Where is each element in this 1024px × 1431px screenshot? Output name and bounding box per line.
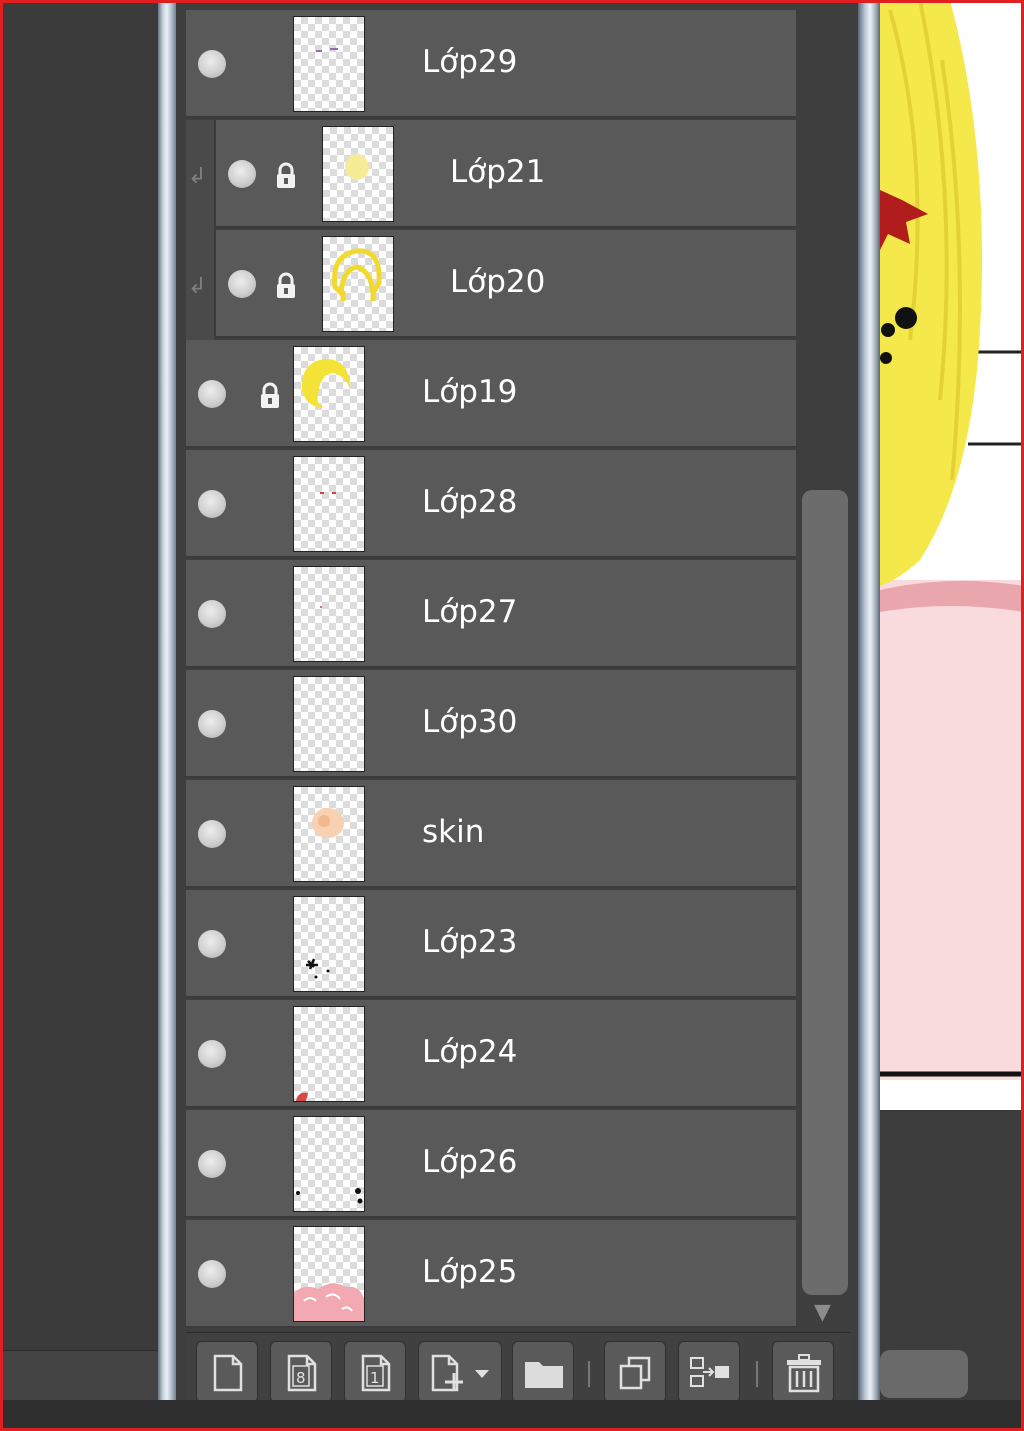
lock-icon[interactable] bbox=[274, 162, 298, 190]
layer-row[interactable]: Lớp30 bbox=[186, 670, 796, 778]
new-8bit-layer-button[interactable]: 8 bbox=[270, 1341, 332, 1403]
layer-thumbnail bbox=[293, 566, 365, 662]
layer-name: Lớp23 bbox=[422, 924, 518, 960]
layer-row[interactable]: Lớp23 bbox=[186, 890, 796, 998]
layer-thumbnail bbox=[293, 676, 365, 772]
layer-row[interactable]: skin bbox=[186, 780, 796, 888]
layer-name: skin bbox=[422, 814, 485, 850]
layer-thumbnail bbox=[293, 456, 365, 552]
layer-name: Lớp27 bbox=[422, 594, 518, 630]
layer-name: Lớp25 bbox=[422, 1254, 518, 1290]
layer-name: Lớp19 bbox=[422, 374, 518, 410]
scroll-down-arrow-icon[interactable]: ▼ bbox=[814, 1300, 831, 1325]
visibility-toggle-icon[interactable] bbox=[198, 490, 226, 518]
lock-icon[interactable] bbox=[274, 272, 298, 300]
layer-thumbnail bbox=[293, 786, 365, 882]
layer-name: Lớp29 bbox=[422, 44, 518, 80]
layer-row[interactable]: Lớp26 bbox=[186, 1110, 796, 1218]
toolbar-separator bbox=[588, 1361, 590, 1387]
new-folder-button[interactable] bbox=[512, 1341, 574, 1403]
visibility-toggle-icon[interactable] bbox=[198, 710, 226, 738]
layer-name: Lớp26 bbox=[422, 1144, 518, 1180]
visibility-toggle-icon[interactable] bbox=[198, 930, 226, 958]
layer-name: Lớp20 bbox=[450, 264, 546, 300]
delete-layer-button[interactable] bbox=[772, 1341, 834, 1403]
layer-name: Lớp21 bbox=[450, 154, 546, 190]
clipping-arrow-icon: ↲ bbox=[188, 274, 207, 299]
canvas-artwork bbox=[880, 0, 1024, 1110]
workspace-left-bar bbox=[0, 1350, 160, 1401]
layer-name: Lớp30 bbox=[422, 704, 518, 740]
layer-thumbnail bbox=[293, 1226, 365, 1322]
workspace-left bbox=[0, 0, 160, 1431]
new-8bit-layer-icon: 8 bbox=[287, 1354, 317, 1392]
layer-row[interactable]: Lớp24 bbox=[186, 1000, 796, 1108]
clipping-gutter: ↲ bbox=[186, 230, 214, 340]
visibility-toggle-icon[interactable] bbox=[228, 270, 256, 298]
window-border-right bbox=[858, 0, 880, 1431]
toolbar-separator bbox=[756, 1361, 758, 1387]
visibility-toggle-icon[interactable] bbox=[198, 600, 226, 628]
drawing-canvas[interactable] bbox=[880, 0, 1024, 1110]
window-border-left bbox=[158, 0, 178, 1431]
lock-icon[interactable] bbox=[258, 382, 282, 410]
new-layer-button[interactable] bbox=[196, 1341, 258, 1403]
layer-scroll-thumb[interactable] bbox=[802, 490, 848, 1295]
add-layer-dropdown-icon bbox=[431, 1354, 489, 1392]
layer-name: Lớp24 bbox=[422, 1034, 518, 1070]
svg-text:8: 8 bbox=[296, 1369, 306, 1387]
layer-row[interactable]: Lớp25 bbox=[186, 1220, 796, 1328]
layer-row[interactable]: Lớp28 bbox=[186, 450, 796, 558]
layer-thumbnail bbox=[293, 346, 365, 442]
layer-list: Lớp29 ↲ Lớp21 ↲ Lớp20 Lớp19 Lớp28 Lớp27 Lớp30 ski… bbox=[186, 0, 796, 1328]
visibility-toggle-icon[interactable] bbox=[198, 820, 226, 848]
duplicate-layer-icon bbox=[619, 1356, 651, 1390]
layer-thumbnail bbox=[322, 236, 394, 332]
visibility-toggle-icon[interactable] bbox=[198, 50, 226, 78]
visibility-toggle-icon[interactable] bbox=[198, 1040, 226, 1068]
layer-thumbnail bbox=[293, 16, 365, 112]
layer-row[interactable]: Lớp21 bbox=[214, 120, 796, 228]
layer-row[interactable]: Lớp29 bbox=[186, 10, 796, 118]
duplicate-layer-button[interactable] bbox=[604, 1341, 666, 1403]
new-1bit-layer-icon: 1 bbox=[361, 1354, 391, 1392]
visibility-toggle-icon[interactable] bbox=[228, 160, 256, 188]
delete-layer-icon bbox=[787, 1354, 821, 1393]
layer-row[interactable]: Lớp19 bbox=[186, 340, 796, 448]
add-layer-dropdown-button[interactable] bbox=[418, 1341, 502, 1403]
layer-name: Lớp28 bbox=[422, 484, 518, 520]
layer-thumbnail bbox=[293, 1006, 365, 1102]
visibility-toggle-icon[interactable] bbox=[198, 380, 226, 408]
layer-row[interactable]: Lớp27 bbox=[186, 560, 796, 668]
canvas-horizontal-scrollbar[interactable] bbox=[880, 1350, 968, 1398]
new-folder-icon bbox=[525, 1362, 563, 1388]
status-strip bbox=[0, 1400, 1024, 1431]
new-1bit-layer-button[interactable]: 1 bbox=[344, 1341, 406, 1403]
visibility-toggle-icon[interactable] bbox=[198, 1260, 226, 1288]
clipping-gutter: ↲ bbox=[186, 120, 214, 230]
visibility-toggle-icon[interactable] bbox=[198, 1150, 226, 1178]
layer-row[interactable]: Lớp20 bbox=[214, 230, 796, 338]
clipping-arrow-icon: ↲ bbox=[188, 164, 207, 189]
svg-text:1: 1 bbox=[370, 1369, 380, 1387]
layer-thumbnail bbox=[293, 1116, 365, 1212]
merge-layer-button[interactable] bbox=[678, 1341, 740, 1403]
merge-layer-icon bbox=[690, 1357, 729, 1387]
layer-thumbnail bbox=[322, 126, 394, 222]
layer-thumbnail bbox=[293, 896, 365, 992]
new-layer-icon bbox=[213, 1354, 243, 1392]
